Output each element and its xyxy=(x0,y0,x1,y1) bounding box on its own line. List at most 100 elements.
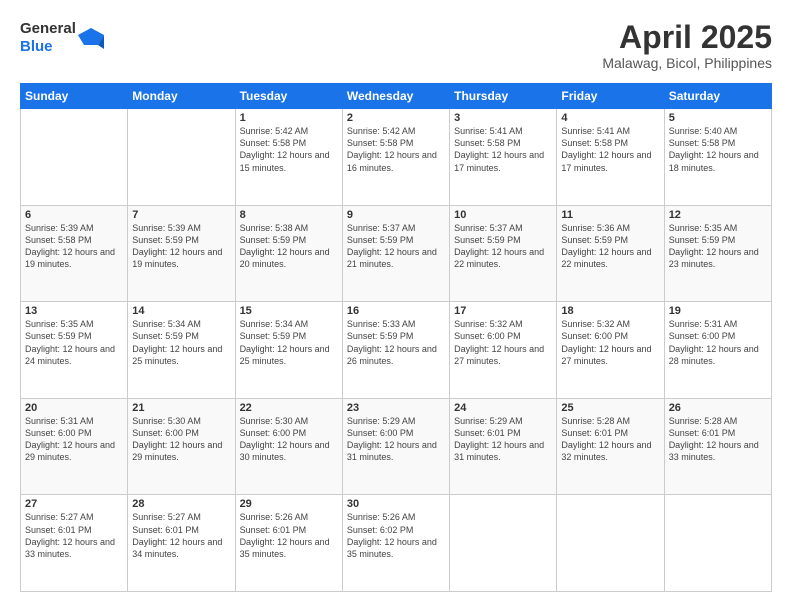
calendar-day: 2Sunrise: 5:42 AM Sunset: 5:58 PM Daylig… xyxy=(342,109,449,206)
day-info: Sunrise: 5:27 AM Sunset: 6:01 PM Dayligh… xyxy=(132,511,230,560)
calendar-day: 15Sunrise: 5:34 AM Sunset: 5:59 PM Dayli… xyxy=(235,302,342,399)
day-number: 26 xyxy=(669,402,767,414)
day-info: Sunrise: 5:35 AM Sunset: 5:59 PM Dayligh… xyxy=(669,222,767,271)
day-number: 20 xyxy=(25,402,123,414)
calendar-header-row: Sunday Monday Tuesday Wednesday Thursday… xyxy=(21,84,772,109)
logo-general: General xyxy=(20,20,76,38)
day-number: 9 xyxy=(347,209,445,221)
calendar-day: 14Sunrise: 5:34 AM Sunset: 5:59 PM Dayli… xyxy=(128,302,235,399)
day-info: Sunrise: 5:32 AM Sunset: 6:00 PM Dayligh… xyxy=(454,318,552,367)
header-wednesday: Wednesday xyxy=(342,84,449,109)
calendar-day: 18Sunrise: 5:32 AM Sunset: 6:00 PM Dayli… xyxy=(557,302,664,399)
calendar-week-4: 20Sunrise: 5:31 AM Sunset: 6:00 PM Dayli… xyxy=(21,398,772,495)
calendar-day: 17Sunrise: 5:32 AM Sunset: 6:00 PM Dayli… xyxy=(450,302,557,399)
day-number: 23 xyxy=(347,402,445,414)
calendar-day: 19Sunrise: 5:31 AM Sunset: 6:00 PM Dayli… xyxy=(664,302,771,399)
header-saturday: Saturday xyxy=(664,84,771,109)
day-number: 7 xyxy=(132,209,230,221)
day-number: 28 xyxy=(132,498,230,510)
day-number: 4 xyxy=(561,112,659,124)
logo-blue: Blue xyxy=(20,38,76,56)
calendar-week-2: 6Sunrise: 5:39 AM Sunset: 5:58 PM Daylig… xyxy=(21,205,772,302)
calendar-day: 22Sunrise: 5:30 AM Sunset: 6:00 PM Dayli… xyxy=(235,398,342,495)
calendar-day: 3Sunrise: 5:41 AM Sunset: 5:58 PM Daylig… xyxy=(450,109,557,206)
day-number: 13 xyxy=(25,305,123,317)
calendar-day: 30Sunrise: 5:26 AM Sunset: 6:02 PM Dayli… xyxy=(342,495,449,592)
day-number: 19 xyxy=(669,305,767,317)
day-info: Sunrise: 5:39 AM Sunset: 5:59 PM Dayligh… xyxy=(132,222,230,271)
calendar-day xyxy=(664,495,771,592)
day-info: Sunrise: 5:26 AM Sunset: 6:02 PM Dayligh… xyxy=(347,511,445,560)
header-monday: Monday xyxy=(128,84,235,109)
calendar-day: 26Sunrise: 5:28 AM Sunset: 6:01 PM Dayli… xyxy=(664,398,771,495)
calendar-week-1: 1Sunrise: 5:42 AM Sunset: 5:58 PM Daylig… xyxy=(21,109,772,206)
calendar-day: 10Sunrise: 5:37 AM Sunset: 5:59 PM Dayli… xyxy=(450,205,557,302)
calendar-day: 13Sunrise: 5:35 AM Sunset: 5:59 PM Dayli… xyxy=(21,302,128,399)
title-area: April 2025 Malawag, Bicol, Philippines xyxy=(602,20,772,71)
day-info: Sunrise: 5:26 AM Sunset: 6:01 PM Dayligh… xyxy=(240,511,338,560)
day-info: Sunrise: 5:27 AM Sunset: 6:01 PM Dayligh… xyxy=(25,511,123,560)
header-tuesday: Tuesday xyxy=(235,84,342,109)
day-info: Sunrise: 5:31 AM Sunset: 6:00 PM Dayligh… xyxy=(25,415,123,464)
day-info: Sunrise: 5:36 AM Sunset: 5:59 PM Dayligh… xyxy=(561,222,659,271)
day-number: 1 xyxy=(240,112,338,124)
day-info: Sunrise: 5:38 AM Sunset: 5:59 PM Dayligh… xyxy=(240,222,338,271)
location: Malawag, Bicol, Philippines xyxy=(602,55,772,71)
page-header: General Blue April 2025 Malawag, Bicol, … xyxy=(20,20,772,71)
month-title: April 2025 xyxy=(602,20,772,55)
day-number: 21 xyxy=(132,402,230,414)
calendar-day: 23Sunrise: 5:29 AM Sunset: 6:00 PM Dayli… xyxy=(342,398,449,495)
calendar-day: 28Sunrise: 5:27 AM Sunset: 6:01 PM Dayli… xyxy=(128,495,235,592)
calendar-day: 6Sunrise: 5:39 AM Sunset: 5:58 PM Daylig… xyxy=(21,205,128,302)
calendar-day: 20Sunrise: 5:31 AM Sunset: 6:00 PM Dayli… xyxy=(21,398,128,495)
day-info: Sunrise: 5:30 AM Sunset: 6:00 PM Dayligh… xyxy=(240,415,338,464)
day-number: 25 xyxy=(561,402,659,414)
day-number: 3 xyxy=(454,112,552,124)
day-info: Sunrise: 5:35 AM Sunset: 5:59 PM Dayligh… xyxy=(25,318,123,367)
day-info: Sunrise: 5:39 AM Sunset: 5:58 PM Dayligh… xyxy=(25,222,123,271)
day-info: Sunrise: 5:28 AM Sunset: 6:01 PM Dayligh… xyxy=(669,415,767,464)
calendar-day: 24Sunrise: 5:29 AM Sunset: 6:01 PM Dayli… xyxy=(450,398,557,495)
day-number: 18 xyxy=(561,305,659,317)
calendar-day: 9Sunrise: 5:37 AM Sunset: 5:59 PM Daylig… xyxy=(342,205,449,302)
day-number: 14 xyxy=(132,305,230,317)
day-info: Sunrise: 5:42 AM Sunset: 5:58 PM Dayligh… xyxy=(347,125,445,174)
calendar-week-5: 27Sunrise: 5:27 AM Sunset: 6:01 PM Dayli… xyxy=(21,495,772,592)
day-number: 12 xyxy=(669,209,767,221)
day-number: 30 xyxy=(347,498,445,510)
day-info: Sunrise: 5:33 AM Sunset: 5:59 PM Dayligh… xyxy=(347,318,445,367)
day-number: 17 xyxy=(454,305,552,317)
day-number: 11 xyxy=(561,209,659,221)
day-info: Sunrise: 5:41 AM Sunset: 5:58 PM Dayligh… xyxy=(454,125,552,174)
calendar-day: 4Sunrise: 5:41 AM Sunset: 5:58 PM Daylig… xyxy=(557,109,664,206)
day-info: Sunrise: 5:34 AM Sunset: 5:59 PM Dayligh… xyxy=(132,318,230,367)
day-info: Sunrise: 5:34 AM Sunset: 5:59 PM Dayligh… xyxy=(240,318,338,367)
day-info: Sunrise: 5:29 AM Sunset: 6:01 PM Dayligh… xyxy=(454,415,552,464)
calendar-day: 5Sunrise: 5:40 AM Sunset: 5:58 PM Daylig… xyxy=(664,109,771,206)
day-number: 27 xyxy=(25,498,123,510)
logo: General Blue xyxy=(20,20,106,56)
calendar-day xyxy=(450,495,557,592)
header-thursday: Thursday xyxy=(450,84,557,109)
day-info: Sunrise: 5:42 AM Sunset: 5:58 PM Dayligh… xyxy=(240,125,338,174)
day-info: Sunrise: 5:28 AM Sunset: 6:01 PM Dayligh… xyxy=(561,415,659,464)
day-number: 15 xyxy=(240,305,338,317)
day-number: 6 xyxy=(25,209,123,221)
calendar-day xyxy=(21,109,128,206)
calendar-week-3: 13Sunrise: 5:35 AM Sunset: 5:59 PM Dayli… xyxy=(21,302,772,399)
day-info: Sunrise: 5:32 AM Sunset: 6:00 PM Dayligh… xyxy=(561,318,659,367)
day-info: Sunrise: 5:37 AM Sunset: 5:59 PM Dayligh… xyxy=(347,222,445,271)
calendar-day: 1Sunrise: 5:42 AM Sunset: 5:58 PM Daylig… xyxy=(235,109,342,206)
calendar-day: 27Sunrise: 5:27 AM Sunset: 6:01 PM Dayli… xyxy=(21,495,128,592)
calendar-day: 16Sunrise: 5:33 AM Sunset: 5:59 PM Dayli… xyxy=(342,302,449,399)
day-info: Sunrise: 5:37 AM Sunset: 5:59 PM Dayligh… xyxy=(454,222,552,271)
logo-icon xyxy=(76,23,106,53)
calendar-day: 11Sunrise: 5:36 AM Sunset: 5:59 PM Dayli… xyxy=(557,205,664,302)
calendar-day: 21Sunrise: 5:30 AM Sunset: 6:00 PM Dayli… xyxy=(128,398,235,495)
day-number: 10 xyxy=(454,209,552,221)
day-info: Sunrise: 5:30 AM Sunset: 6:00 PM Dayligh… xyxy=(132,415,230,464)
day-info: Sunrise: 5:31 AM Sunset: 6:00 PM Dayligh… xyxy=(669,318,767,367)
day-number: 24 xyxy=(454,402,552,414)
calendar-day: 25Sunrise: 5:28 AM Sunset: 6:01 PM Dayli… xyxy=(557,398,664,495)
day-number: 2 xyxy=(347,112,445,124)
